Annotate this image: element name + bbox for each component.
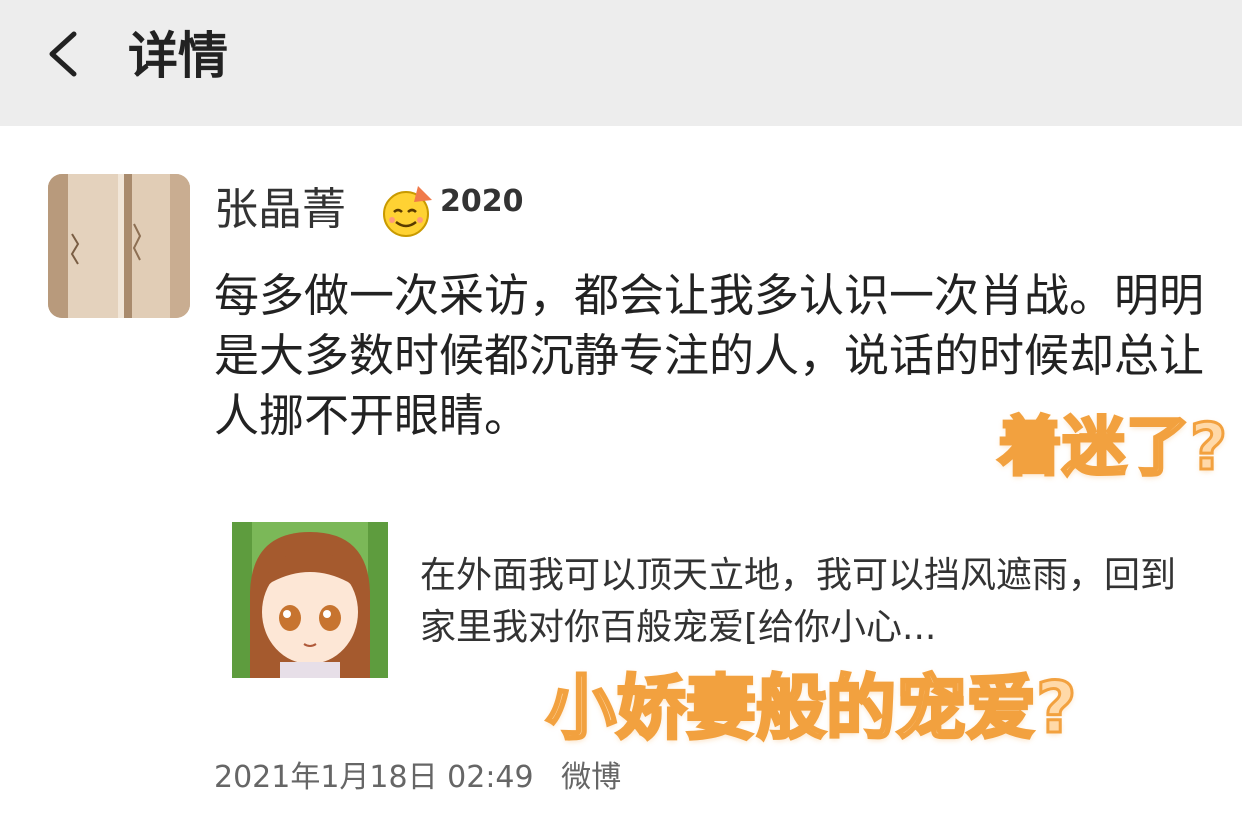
post-meta: 2021年1月18日 02:49 微博 — [214, 758, 639, 798]
shared-thumbnail — [232, 522, 388, 678]
cartoon-girl-avatar — [232, 522, 388, 678]
party-face-icon — [380, 182, 438, 240]
badge-year: 2020 — [440, 184, 524, 219]
post-timestamp: 2021年1月18日 02:49 — [214, 760, 534, 795]
overlay-caption: 着迷了? — [996, 411, 1228, 486]
back-button[interactable] — [38, 26, 94, 82]
user-avatar-image — [48, 174, 190, 318]
chevron-left-icon — [49, 31, 77, 77]
shared-post-text: 在外面我可以顶天立地，我可以挡风遮雨，回到家里我对你百般宠爱[给你小心... — [420, 555, 1177, 648]
overlay-caption: 小娇妻般的宠爱? — [545, 667, 1079, 749]
avatar[interactable] — [48, 174, 190, 318]
top-nav-bar: 详情 — [0, 0, 1242, 126]
post-source[interactable]: 微博 — [561, 760, 621, 795]
username[interactable]: 张晶菁 — [214, 184, 346, 236]
shared-post-card[interactable]: 在外面我可以顶天立地，我可以挡风遮雨，回到家里我对你百般宠爱[给你小心... — [232, 520, 1212, 680]
page-title: 详情 — [128, 27, 228, 85]
